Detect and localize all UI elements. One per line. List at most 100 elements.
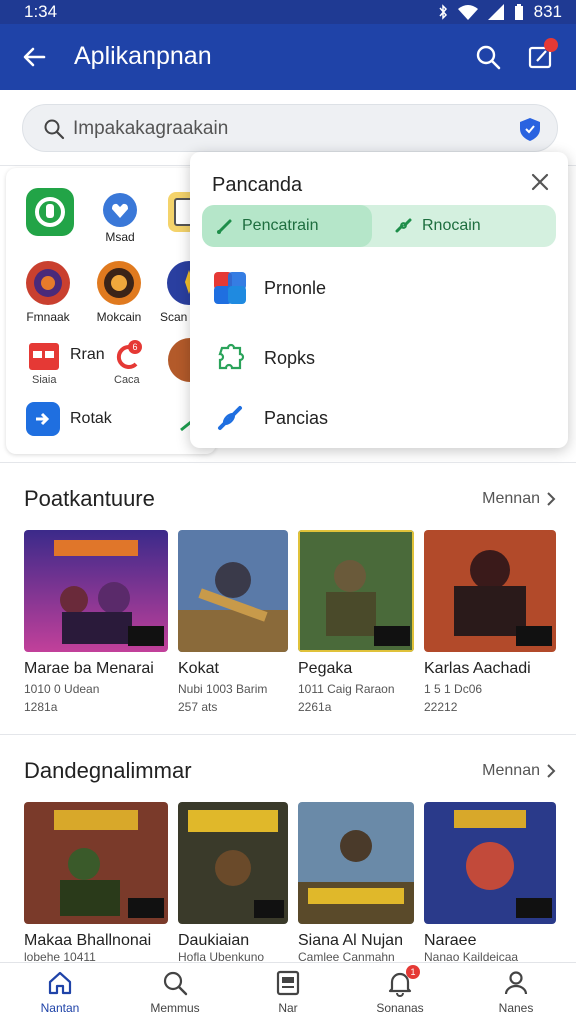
section-title: Poatkantuure [24,486,155,511]
search-icon [163,971,188,996]
section-divider [0,462,576,463]
app-label: Mokcain [96,310,142,324]
game-card[interactable] [298,530,414,652]
segment-label: Pencatrain [242,217,319,234]
nav-label: Nar [278,1001,298,1015]
popup-row-prnonle[interactable]: Prnonle [212,270,326,306]
segment-option-b[interactable]: Rnocain [380,205,556,247]
segment-label: Rnocain [422,217,481,234]
game-title: Karlas Aachadi [424,660,531,677]
app-tile-caca[interactable]: 6 Caca [106,340,156,390]
heart-app-icon [103,193,137,227]
game-card[interactable] [24,530,168,652]
search-input[interactable] [73,113,473,145]
game-title: Naraee [424,932,477,949]
see-more-label: Mennan [482,762,540,779]
segmented-control: Pencatrain Rnocain [202,205,556,247]
app-sublabel: Caca [114,374,140,386]
signal-icon [487,4,504,20]
game-title: Marae ba Menarai [24,660,154,677]
search-icon[interactable] [474,43,502,71]
wifi-icon [457,5,478,20]
popup-menu: Pancanda Pencatrain Rnocain Prnonle Ropk… [190,152,568,448]
app-tile-msad[interactable]: Msad [90,192,150,244]
app-tile-phone[interactable] [20,188,80,236]
game-card[interactable] [24,802,168,924]
game-thumbnail [178,530,288,652]
pencil-icon [217,219,232,234]
app-sublabel: Siaia [32,374,57,386]
game-thumbnail [24,802,168,924]
link-icon [218,406,242,430]
nav-notifications[interactable]: 1 Sonanas [350,965,450,1015]
shield-icon[interactable] [517,116,543,142]
back-arrow-icon[interactable] [20,43,48,71]
bottom-nav: Nantan Memmus Nar 1 Sonanas Nanes [0,962,576,1024]
segment-option-a[interactable]: Pencatrain [202,205,372,247]
nav-label: Nanes [498,1001,534,1015]
search-bar[interactable] [22,104,558,152]
game-title: Makaa Bhallnonai [24,932,152,949]
see-more-label: Mennan [482,490,540,507]
game-card[interactable] [178,530,288,652]
popup-row-ropks[interactable]: Ropks [212,340,315,376]
chevron-right-icon [547,764,556,778]
app-label: Fmnaak [26,310,70,324]
popup-row-label: Pancias [264,407,329,428]
game-meta: 1 5 1 Dc06 [424,682,483,696]
puzzle-icon [218,343,245,370]
nav-badge: 1 [406,965,420,979]
nav-label: Sonanas [376,1001,424,1015]
game-card[interactable] [298,802,414,924]
rotak-app-icon [26,402,60,436]
app-tile-fmnaak[interactable]: Fmnaak [16,260,80,324]
game-meta: 1281a [24,700,58,714]
document-icon [276,970,300,996]
app-label: Rran [70,346,105,363]
page-title: Aplikanpnan [74,42,212,70]
nav-home[interactable]: Nantan [10,969,110,1015]
notif-badge [544,38,558,52]
popup-row-label: Prnonle [264,277,327,298]
game-title: Siana Al Nujan [298,932,403,949]
close-icon[interactable] [528,170,552,194]
game-thumbnail [24,530,168,652]
game-card[interactable] [424,530,556,652]
see-more-link[interactable]: Mennan [482,490,556,508]
game-thumbnail [298,530,414,652]
app-label: Rotak [70,410,112,427]
bluetooth-icon [439,4,447,20]
person-icon [504,971,528,995]
app-tile-rotak[interactable]: Rotak [26,402,146,438]
home-icon [48,971,72,995]
game-meta: Nubi 1003 Barim [178,682,268,696]
nav-search[interactable]: Memmus [125,969,225,1015]
notifications-button[interactable] [527,38,558,71]
section-divider [0,734,576,735]
badge-app-icon [97,261,141,305]
status-time: 1:34 [24,2,58,21]
game-card[interactable] [178,802,288,924]
status-bar: 1:34 831 [0,0,576,24]
app-tile-mokcain[interactable]: Mokcain [86,260,152,324]
game-thumbnail [178,802,288,924]
nav-document[interactable]: Nar [238,969,338,1015]
nav-profile[interactable]: Nanes [466,969,566,1015]
app-bar: Aplikanpnan [0,24,576,90]
game-card[interactable] [424,802,556,924]
app-label: Msad [105,230,135,244]
app-badge: 6 [128,340,142,354]
game-thumbnail [424,530,556,652]
popup-row-pancias[interactable]: Pancias [212,400,328,436]
chevron-right-icon [547,492,556,506]
status-right-text: 831 [533,2,562,21]
game-meta: 1011 Caig Raraon [298,682,395,696]
see-more-link[interactable]: Mennan [482,762,556,780]
game-app-icon [26,261,70,305]
phone-app-icon [26,188,74,236]
game-meta: 1010 0 Udean [24,682,100,696]
calendar-app-icon [29,343,59,370]
link-icon [395,218,412,233]
apps-icon [214,272,246,304]
battery-icon [514,4,523,20]
